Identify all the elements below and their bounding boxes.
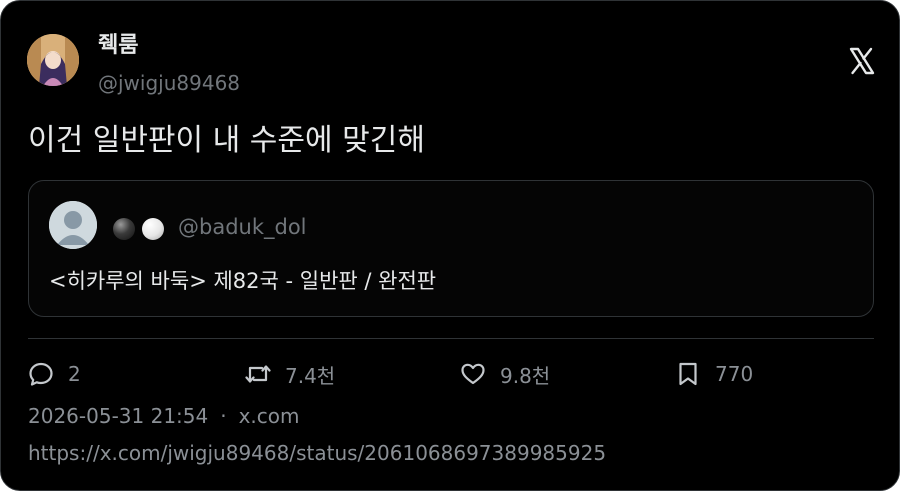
quoted-tweet[interactable]: @baduk_dol <히카루의 바둑> 제82국 - 일반판 / 완전판 [28,180,874,317]
author-display-name[interactable]: 줵룸 [98,31,138,61]
quoted-tweet-text: <히카루의 바둑> 제82국 - 일반판 / 완전판 [49,269,437,293]
tweet-text: 이건 일반판이 내 수준에 맞긴해 [28,123,425,158]
retweet-count: 7.4천 [285,363,336,388]
source-link[interactable]: x.com [239,404,300,428]
avatar-illustration [27,34,79,86]
timestamp[interactable]: 2026-05-31 21:54 [28,404,208,428]
retweet-button[interactable]: 7.4천 [245,357,335,391]
author-handle[interactable]: @jwigju89468 [98,69,240,97]
x-logo-icon[interactable] [849,46,875,76]
bookmark-count: 770 [715,362,754,386]
meta-separator: · [220,404,227,428]
reply-icon [29,362,53,386]
divider [28,338,874,339]
black-go-stone-icon [113,218,135,240]
reply-button[interactable]: 2 [28,357,81,391]
bookmark-icon [679,362,697,386]
default-avatar-icon [49,201,97,249]
tweet-meta: 2026-05-31 21:54 · x.com [28,401,300,431]
quoted-author-avatar[interactable] [49,201,97,249]
reply-count: 2 [68,362,81,386]
like-button[interactable]: 9.8천 [460,357,550,391]
author-avatar[interactable] [27,34,79,86]
bookmark-button[interactable]: 770 [675,357,753,391]
retweet-icon [245,365,271,383]
quoted-author-handle[interactable]: @baduk_dol [178,212,307,242]
tweet-url[interactable]: https://x.com/jwigju89468/status/2061068… [28,438,606,468]
white-go-stone-icon [142,218,164,240]
tweet-card: 줵룸 @jwigju89468 이건 일반판이 내 수준에 맞긴해 @baduk… [0,0,900,491]
like-count: 9.8천 [500,363,551,388]
heart-icon [461,363,485,385]
